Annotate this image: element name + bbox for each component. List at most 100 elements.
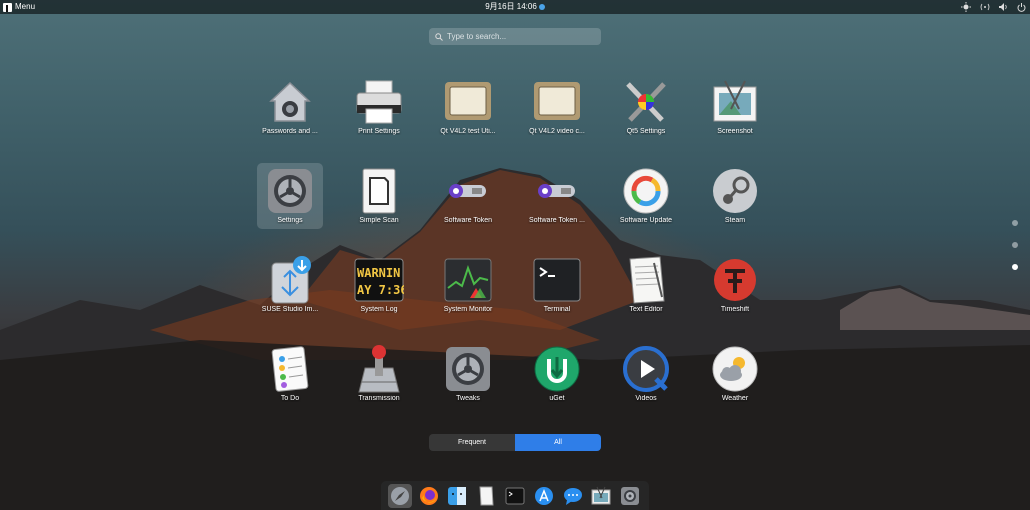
clock[interactable]: 9月16日 14:06 bbox=[0, 0, 1030, 14]
app-label: Transmission bbox=[358, 395, 400, 402]
search-input[interactable] bbox=[447, 32, 597, 41]
app-label: Steam bbox=[724, 217, 746, 224]
app-label: Text Editor bbox=[629, 306, 663, 313]
dock-app-store[interactable] bbox=[532, 484, 556, 508]
app-label: Software Update bbox=[619, 217, 673, 224]
notification-dot-icon bbox=[538, 4, 545, 10]
usb-token-icon bbox=[449, 184, 486, 198]
lock-icon bbox=[269, 81, 311, 122]
page-dot-3[interactable] bbox=[1012, 264, 1018, 270]
power-icon[interactable] bbox=[1017, 2, 1026, 12]
gear-icon bbox=[268, 169, 312, 213]
usb-token-icon bbox=[538, 184, 575, 198]
printer-icon bbox=[356, 80, 402, 124]
dock-settings[interactable] bbox=[618, 484, 642, 508]
app-qt-v4l2-test[interactable]: Qt V4L2 test Uti... bbox=[435, 74, 501, 140]
app-label: Qt V4L2 test Uti... bbox=[440, 128, 496, 135]
network-icon[interactable] bbox=[979, 3, 991, 11]
steam-icon bbox=[713, 169, 757, 213]
todo-icon bbox=[271, 346, 309, 392]
system-tray bbox=[961, 0, 1026, 14]
app-uget[interactable]: uGet bbox=[524, 341, 590, 407]
tv-icon bbox=[445, 82, 491, 120]
dock-firefox[interactable] bbox=[417, 484, 441, 508]
app-system-monitor[interactable]: System Monitor bbox=[435, 252, 501, 318]
app-label: Screenshot bbox=[717, 128, 753, 135]
app-software-update[interactable]: Software Update bbox=[613, 163, 679, 229]
finder-icon bbox=[448, 486, 467, 505]
clock-text: 9月16日 14:06 bbox=[485, 2, 537, 11]
app-label: uGet bbox=[549, 395, 565, 402]
app-label: Print Settings bbox=[358, 128, 400, 135]
weather-icon bbox=[712, 346, 758, 392]
app-label: Tweaks bbox=[456, 395, 480, 402]
dock-launcher[interactable] bbox=[387, 483, 412, 508]
top-bar: Menu 9月16日 14:06 bbox=[0, 0, 1030, 14]
frequent-button[interactable]: Frequent bbox=[429, 434, 515, 451]
app-passwords[interactable]: Passwords and ... bbox=[257, 74, 323, 140]
document-icon bbox=[479, 486, 494, 505]
app-software-token-2[interactable]: Software Token ... bbox=[524, 163, 590, 229]
transmission-icon bbox=[358, 345, 400, 393]
app-transmission[interactable]: Transmission bbox=[346, 341, 412, 407]
volume-icon[interactable] bbox=[999, 3, 1009, 11]
app-to-do[interactable]: To Do bbox=[257, 341, 323, 407]
all-button[interactable]: All bbox=[515, 434, 601, 451]
tools-icon bbox=[626, 82, 666, 122]
app-label: Simple Scan bbox=[359, 217, 399, 224]
brightness-icon[interactable] bbox=[961, 2, 971, 12]
gear-icon bbox=[446, 347, 490, 391]
dock-chat[interactable] bbox=[561, 484, 585, 508]
app-store-icon bbox=[534, 486, 553, 505]
settings-icon bbox=[621, 486, 640, 505]
app-tweaks[interactable]: Tweaks bbox=[435, 341, 501, 407]
app-label: Videos bbox=[635, 395, 657, 402]
dock bbox=[381, 481, 649, 510]
page-dot-2[interactable] bbox=[1012, 242, 1018, 248]
app-suse-studio[interactable]: SUSE Studio Im... bbox=[257, 252, 323, 318]
search-icon bbox=[435, 32, 443, 41]
uget-icon bbox=[534, 346, 580, 392]
app-text-editor[interactable]: Text Editor bbox=[613, 252, 679, 318]
page-indicator bbox=[1012, 220, 1018, 286]
app-screenshot[interactable]: Screenshot bbox=[702, 74, 768, 140]
usb-download-icon bbox=[271, 256, 311, 304]
log-warning-icon: WARNIN AY 7:36 bbox=[354, 258, 404, 302]
app-system-log[interactable]: WARNIN AY 7:36 System Log bbox=[346, 252, 412, 318]
page-dot-1[interactable] bbox=[1012, 220, 1018, 226]
app-label: System Log bbox=[360, 306, 398, 313]
app-label: SUSE Studio Im... bbox=[261, 306, 319, 313]
app-qt5-settings[interactable]: Qt5 Settings bbox=[613, 74, 679, 140]
dock-screenshot[interactable] bbox=[589, 484, 613, 508]
dock-finder[interactable] bbox=[445, 484, 469, 508]
app-software-token[interactable]: Software Token bbox=[435, 163, 501, 229]
app-label: Terminal bbox=[543, 306, 571, 313]
scanner-icon bbox=[362, 168, 396, 214]
screenshot-icon bbox=[713, 80, 757, 122]
app-label: To Do bbox=[280, 395, 300, 402]
log-text-line1: WARNIN bbox=[357, 266, 400, 280]
app-weather[interactable]: Weather bbox=[702, 341, 768, 407]
terminal-icon bbox=[533, 258, 581, 302]
app-label: Settings bbox=[277, 217, 303, 224]
app-settings[interactable]: Settings bbox=[257, 163, 323, 229]
app-print-settings[interactable]: Print Settings bbox=[346, 74, 412, 140]
app-timeshift[interactable]: Timeshift bbox=[702, 252, 768, 318]
app-label: Passwords and ... bbox=[262, 128, 318, 135]
dock-terminal[interactable] bbox=[503, 484, 527, 508]
search-bar[interactable] bbox=[429, 28, 601, 45]
app-label: Timeshift bbox=[720, 306, 750, 313]
app-label: Software Token bbox=[443, 217, 493, 224]
monitor-chart-icon bbox=[444, 258, 492, 302]
app-steam[interactable]: Steam bbox=[702, 163, 768, 229]
app-qt-v4l2-video[interactable]: Qt V4L2 video c... bbox=[524, 74, 590, 140]
update-icon bbox=[623, 168, 669, 214]
dock-document[interactable] bbox=[474, 484, 498, 508]
app-terminal[interactable]: Terminal bbox=[524, 252, 590, 318]
chat-icon bbox=[563, 487, 582, 505]
app-videos[interactable]: Videos bbox=[613, 341, 679, 407]
app-label: System Monitor bbox=[443, 306, 493, 313]
app-simple-scan[interactable]: Simple Scan bbox=[346, 163, 412, 229]
videos-icon bbox=[623, 346, 669, 392]
app-label: Software Token ... bbox=[529, 217, 585, 224]
